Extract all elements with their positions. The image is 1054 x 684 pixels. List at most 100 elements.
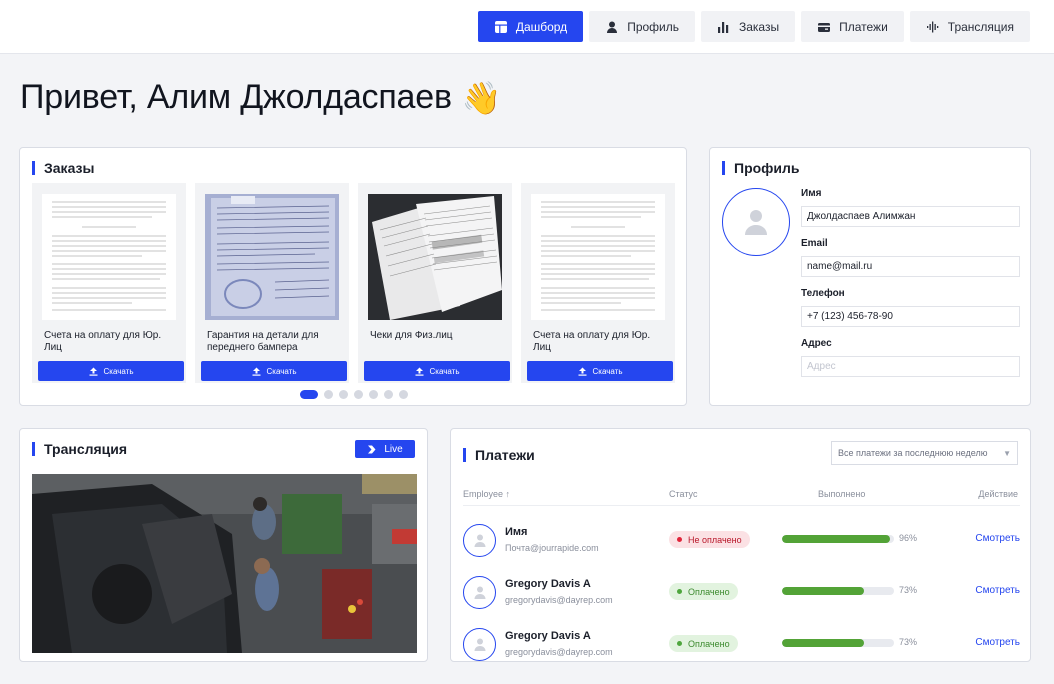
employee-name: Gregory Davis A xyxy=(505,578,591,590)
payments-title: Платежи xyxy=(463,447,535,463)
address-label: Адрес xyxy=(801,338,832,349)
status-label: Не оплачено xyxy=(688,534,742,545)
orders-title: Заказы xyxy=(32,160,94,176)
nav-profile[interactable]: Профиль xyxy=(589,11,695,42)
view-link[interactable]: Смотреть xyxy=(975,585,1020,596)
document-thumbnail xyxy=(531,194,665,320)
nav-broadcast[interactable]: Трансляция xyxy=(909,11,1030,42)
download-label: Скачать xyxy=(429,366,460,376)
orders-card: Заказы Счета на оплату для Юр. Лиц Скача… xyxy=(19,147,687,406)
user-icon xyxy=(607,21,618,33)
table-row: Gregory Davis A gregorydavis@dayrep.com … xyxy=(451,576,1030,628)
avatar xyxy=(463,628,496,661)
orders-title-text: Заказы xyxy=(44,160,95,176)
employee-name: Gregory Davis A xyxy=(505,630,591,642)
avatar xyxy=(463,524,496,557)
download-button[interactable]: Скачать xyxy=(364,361,510,381)
nav-label: Дашборд xyxy=(515,19,568,34)
column-status: Статус xyxy=(669,489,698,499)
column-action: Действие xyxy=(978,489,1018,499)
upload-icon xyxy=(89,367,97,376)
order-card[interactable]: Счета на оплату для Юр. Лиц Скачать xyxy=(521,183,675,383)
progress-fill xyxy=(782,639,864,647)
order-card[interactable]: Чеки для Физ.лиц Скачать xyxy=(358,183,512,383)
accent-bar xyxy=(32,442,35,456)
table-row: Gregory Davis A gregorydavis@dayrep.com … xyxy=(451,628,1030,661)
download-button[interactable]: Скачать xyxy=(38,361,184,381)
status-badge: Оплачено xyxy=(669,583,738,600)
progress-fill xyxy=(782,587,864,595)
accent-bar xyxy=(463,448,466,462)
status-badge: Оплачено xyxy=(669,635,738,652)
accent-bar xyxy=(32,161,35,175)
profile-title: Профиль xyxy=(722,160,800,176)
status-badge: Не оплачено xyxy=(669,531,750,548)
broadcast-title-text: Трансляция xyxy=(44,441,128,457)
carousel-dot[interactable] xyxy=(339,390,348,399)
waving-hand-icon: 👋 xyxy=(461,79,502,116)
view-link[interactable]: Смотреть xyxy=(975,533,1020,544)
employee-name: Имя xyxy=(505,526,528,538)
dashboard-icon xyxy=(494,20,507,33)
user-placeholder-icon xyxy=(474,638,485,651)
soundwave-icon xyxy=(926,21,939,32)
download-button[interactable]: Скачать xyxy=(201,361,347,381)
download-button[interactable]: Скачать xyxy=(527,361,673,381)
progress-percent: 96% xyxy=(899,533,918,543)
progress-bar xyxy=(782,535,894,543)
carousel-dot[interactable] xyxy=(324,390,333,399)
nav-orders[interactable]: Заказы xyxy=(701,11,796,42)
status-label: Оплачено xyxy=(688,638,730,649)
nav-label: Профиль xyxy=(627,19,679,34)
avatar xyxy=(463,576,496,609)
progress-percent: 73% xyxy=(899,585,918,595)
order-card[interactable]: Гарантия на детали для переднего бампера… xyxy=(195,183,349,383)
download-label: Скачать xyxy=(592,366,623,376)
live-button[interactable]: Live xyxy=(355,440,415,458)
upload-icon xyxy=(252,367,260,376)
order-name: Гарантия на детали для переднего бампера xyxy=(207,330,319,353)
status-label: Оплачено xyxy=(688,586,730,597)
phone-label: Телефон xyxy=(801,288,845,299)
nav-payments[interactable]: Платежи xyxy=(801,11,904,42)
user-placeholder-icon xyxy=(745,210,767,235)
profile-title-text: Профиль xyxy=(734,160,800,176)
email-field[interactable] xyxy=(801,256,1020,277)
nav-label: Заказы xyxy=(739,19,780,34)
carousel-dot[interactable] xyxy=(384,390,393,399)
progress-bar xyxy=(782,639,894,647)
user-placeholder-icon xyxy=(474,534,485,547)
receipts-photo xyxy=(368,194,502,320)
top-bar: Дашборд Профиль Заказы Платежи Трансляци… xyxy=(0,0,1054,54)
carousel-dot[interactable] xyxy=(354,390,363,399)
bar-chart-icon xyxy=(718,21,729,33)
name-field[interactable] xyxy=(801,206,1020,227)
period-select[interactable]: Все платежи за последнюю неделю ▼ xyxy=(831,441,1018,465)
carousel-dot[interactable] xyxy=(300,390,318,399)
avatar[interactable] xyxy=(722,188,790,256)
view-link[interactable]: Смотреть xyxy=(975,637,1020,648)
accent-bar xyxy=(722,161,725,175)
employee-email: Почта@jourrapide.com xyxy=(505,543,599,553)
progress-bar xyxy=(782,587,894,595)
nav-label: Трансляция xyxy=(947,19,1014,34)
payments-card: Платежи Все платежи за последнюю неделю … xyxy=(450,428,1031,662)
play-chevron-icon xyxy=(368,445,376,453)
profile-card: Профиль Имя Email Телефон Адрес xyxy=(709,147,1031,406)
carousel-pagination xyxy=(300,390,408,399)
video-stream[interactable] xyxy=(32,474,417,653)
broadcast-title: Трансляция xyxy=(32,441,127,457)
wallet-icon xyxy=(818,22,831,32)
column-employee[interactable]: Employee ↑ xyxy=(463,489,510,499)
upload-icon xyxy=(415,367,423,376)
phone-field[interactable] xyxy=(801,306,1020,327)
address-field[interactable] xyxy=(801,356,1020,377)
nav-label: Платежи xyxy=(839,19,888,34)
nav-dashboard[interactable]: Дашборд xyxy=(477,11,584,42)
broadcast-card: Трансляция Live xyxy=(19,428,428,662)
carousel-dot[interactable] xyxy=(369,390,378,399)
live-label: Live xyxy=(384,443,403,455)
order-card[interactable]: Счета на оплату для Юр. Лиц Скачать xyxy=(32,183,186,383)
carousel-dot[interactable] xyxy=(399,390,408,399)
user-placeholder-icon xyxy=(474,586,485,599)
